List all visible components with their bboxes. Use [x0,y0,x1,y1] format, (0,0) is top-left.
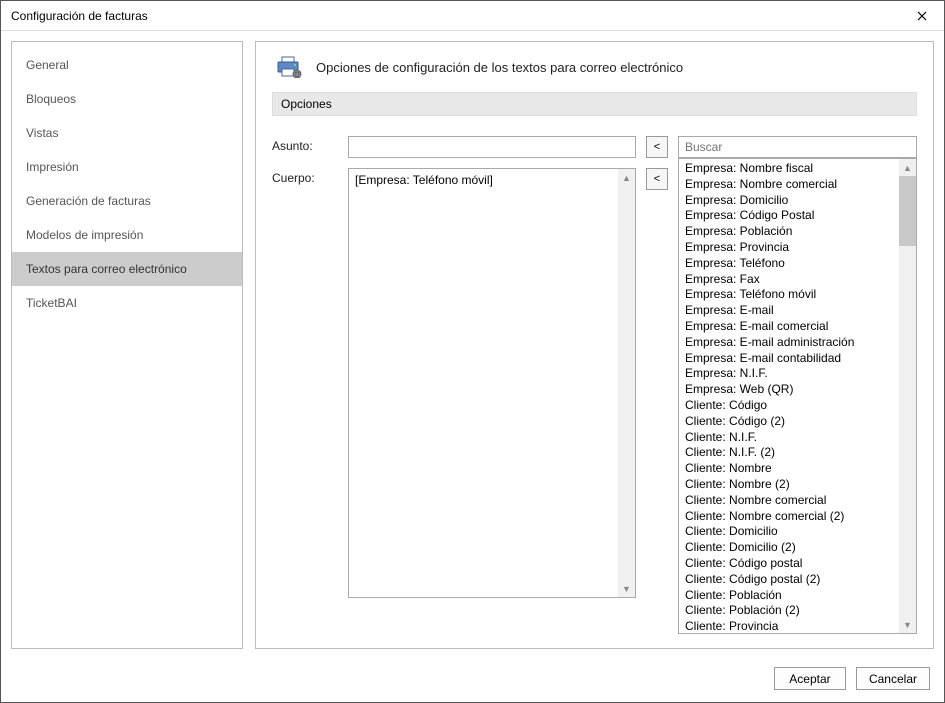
scrollbar-thumb[interactable] [899,176,916,246]
sidebar-item-vistas[interactable]: Vistas [12,116,242,150]
sidebar-item-textos-correo[interactable]: Textos para correo electrónico [12,252,242,286]
sidebar-item-bloqueos[interactable]: Bloqueos [12,82,242,116]
sidebar: General Bloqueos Vistas Impresión Genera… [11,41,243,649]
insert-into-subject-button[interactable]: < [646,136,668,158]
field-item[interactable]: Empresa: Domicilio [679,193,899,209]
field-item[interactable]: Cliente: Código [679,398,899,414]
panel-heading: Opciones de configuración de los textos … [316,60,683,75]
insert-into-body-button[interactable]: < [646,168,668,190]
field-list[interactable]: Empresa: Nombre fiscalEmpresa: Nombre co… [679,159,899,633]
subject-input[interactable] [348,136,636,158]
sidebar-item-general[interactable]: General [12,48,242,82]
body-textarea[interactable] [349,169,618,597]
body-scrollbar[interactable]: ▲ ▼ [618,169,635,597]
field-item[interactable]: Empresa: E-mail administración [679,335,899,351]
field-item[interactable]: Cliente: Nombre (2) [679,477,899,493]
dialog-footer: Aceptar Cancelar [1,659,944,699]
field-item[interactable]: Cliente: Código postal [679,556,899,572]
sidebar-item-generacion-facturas[interactable]: Generación de facturas [12,184,242,218]
scroll-up-icon: ▲ [618,169,635,186]
field-item[interactable]: Empresa: Teléfono [679,256,899,272]
close-icon [917,11,927,21]
field-item[interactable]: Empresa: E-mail contabilidad [679,351,899,367]
field-item[interactable]: Cliente: Código (2) [679,414,899,430]
body-label: Cuerpo: [272,168,340,185]
sidebar-item-modelos-impresion[interactable]: Modelos de impresión [12,218,242,252]
titlebar: Configuración de facturas [1,1,944,31]
window-title: Configuración de facturas [11,9,148,23]
field-item[interactable]: Cliente: Nombre [679,461,899,477]
field-item[interactable]: Cliente: Población (2) [679,603,899,619]
search-input[interactable] [678,136,917,158]
insert-buttons-column: < < [646,136,668,634]
field-item[interactable]: Empresa: Teléfono móvil [679,287,899,303]
field-item[interactable]: Cliente: Domicilio (2) [679,540,899,556]
field-list-wrap: Empresa: Nombre fiscalEmpresa: Nombre co… [678,158,917,634]
field-item[interactable]: Cliente: Código postal (2) [679,572,899,588]
scroll-down-icon: ▼ [618,580,635,597]
field-item[interactable]: Empresa: Nombre fiscal [679,161,899,177]
field-item[interactable]: Cliente: N.I.F. (2) [679,445,899,461]
sidebar-item-impresion[interactable]: Impresión [12,150,242,184]
scroll-up-icon: ▲ [899,159,916,176]
options-body: Asunto: Cuerpo: ▲ ▼ < < [272,136,917,634]
section-label: Opciones [272,92,917,116]
subject-label: Asunto: [272,136,340,153]
close-button[interactable] [899,1,944,31]
sidebar-item-ticketbai[interactable]: TicketBAI [12,286,242,320]
accept-button[interactable]: Aceptar [774,667,846,690]
panel-header: Opciones de configuración de los textos … [272,56,917,78]
scroll-down-icon: ▼ [899,616,916,633]
field-item[interactable]: Empresa: Población [679,224,899,240]
field-item[interactable]: Cliente: Nombre comercial (2) [679,509,899,525]
field-item[interactable]: Empresa: E-mail [679,303,899,319]
variables-column: Empresa: Nombre fiscalEmpresa: Nombre co… [678,136,917,634]
field-item[interactable]: Cliente: N.I.F. [679,430,899,446]
field-item[interactable]: Empresa: E-mail comercial [679,319,899,335]
field-item[interactable]: Empresa: Web (QR) [679,382,899,398]
subject-row: Asunto: [272,136,636,158]
field-item[interactable]: Cliente: Población [679,588,899,604]
body-row: Cuerpo: ▲ ▼ [272,168,636,598]
field-item[interactable]: Empresa: Nombre comercial [679,177,899,193]
field-list-scrollbar[interactable]: ▲ ▼ [899,159,916,633]
dialog-body: General Bloqueos Vistas Impresión Genera… [1,31,944,659]
cancel-button[interactable]: Cancelar [856,667,930,690]
body-textarea-wrap: ▲ ▼ [348,168,636,598]
fields-column: Asunto: Cuerpo: ▲ ▼ [272,136,636,634]
field-item[interactable]: Empresa: Provincia [679,240,899,256]
field-item[interactable]: Empresa: N.I.F. [679,366,899,382]
printer-icon [276,56,302,78]
field-item[interactable]: Empresa: Código Postal [679,208,899,224]
field-item[interactable]: Cliente: Domicilio [679,524,899,540]
field-item[interactable]: Cliente: Provincia [679,619,899,633]
field-item[interactable]: Empresa: Fax [679,272,899,288]
main-panel: Opciones de configuración de los textos … [255,41,934,649]
field-item[interactable]: Cliente: Nombre comercial [679,493,899,509]
